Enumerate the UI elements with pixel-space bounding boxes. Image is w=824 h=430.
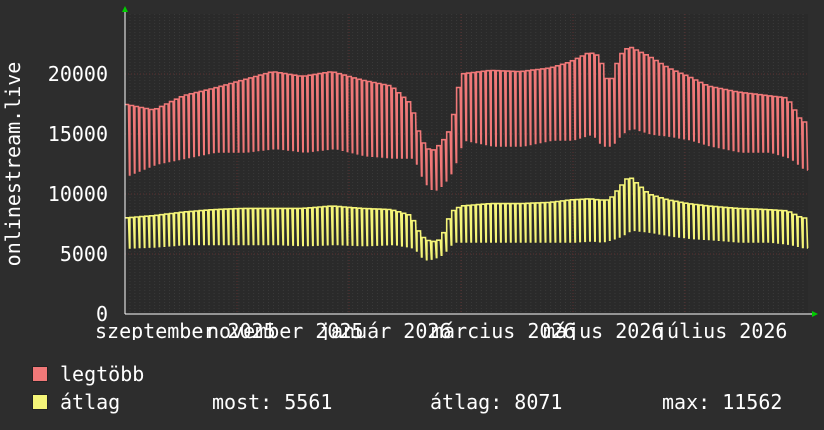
chart: 05000100001500020000szeptember 2025novem…	[1, 6, 818, 340]
x-tick-label: május 2026	[543, 319, 663, 340]
y-tick-label: 10000	[48, 182, 108, 206]
legend-avg-label: átlag	[60, 390, 121, 414]
legend-max: legtöbb	[32, 362, 144, 386]
legend-avg: átlag	[32, 390, 120, 414]
stat-most: most: 5561	[212, 390, 333, 414]
y-tick-label: 20000	[48, 62, 108, 86]
x-axis-arrow	[812, 311, 818, 317]
stat-max: max: 11562	[662, 390, 783, 414]
y-axis-arrow	[122, 6, 128, 12]
legend-avg-swatch	[32, 394, 48, 410]
legend-max-label: legtöbb	[60, 362, 145, 386]
y-tick-label: 5000	[60, 242, 108, 266]
x-tick-label: július 2026	[655, 319, 787, 340]
legend-max-swatch	[32, 366, 48, 382]
y-axis-label: onlinestream.live	[1, 62, 25, 267]
y-tick-label: 15000	[48, 122, 108, 146]
stat-atlag: átlag: 8071	[430, 390, 563, 414]
